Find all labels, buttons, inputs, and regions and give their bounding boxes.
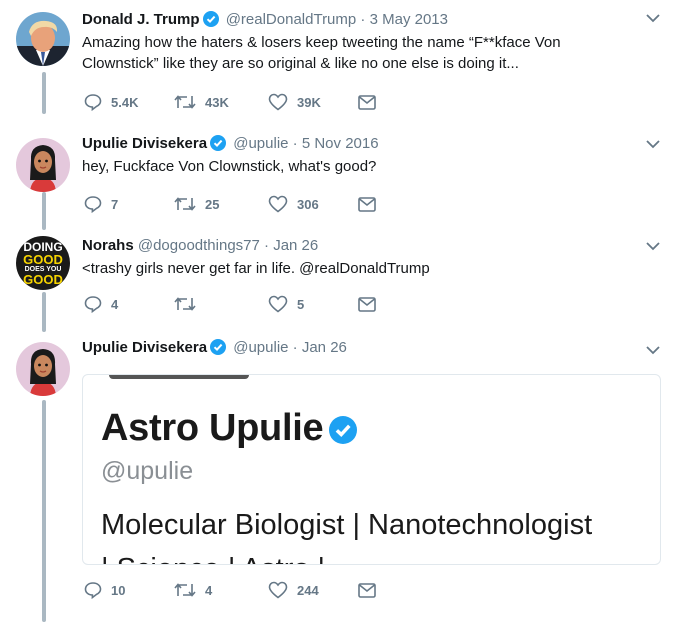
like-button[interactable]: 306 <box>268 195 319 213</box>
reply-icon <box>84 94 102 111</box>
retweet-icon <box>174 297 196 311</box>
like-count: 39K <box>297 94 321 110</box>
verified-badge-icon <box>329 416 358 444</box>
separator-dot: · <box>264 237 270 254</box>
chevron-down-icon[interactable] <box>646 346 660 355</box>
tweet-text: <trashy girls never get far in life. @re… <box>82 260 430 277</box>
profile-screenshot-name: Astro Upulie <box>101 407 358 450</box>
chevron-down-icon[interactable] <box>646 140 660 149</box>
envelope-icon <box>358 582 376 598</box>
chevron-down-icon[interactable] <box>646 242 660 251</box>
like-count: 306 <box>297 196 319 212</box>
reply-count: 7 <box>111 196 119 212</box>
reply-button[interactable]: 4 <box>84 295 118 313</box>
retweet-button[interactable]: 25 <box>174 196 219 212</box>
separator-dot: · <box>360 11 366 28</box>
retweet-icon <box>174 197 196 211</box>
retweet-count: 4 <box>205 582 213 598</box>
user-handle[interactable]: @dogoodthings77 <box>138 237 260 254</box>
tweet-header: Upulie Divisekera @upulie · Jan 26 <box>82 338 660 358</box>
verified-badge-icon <box>210 135 227 151</box>
profile-screenshot-handle: @upulie <box>101 457 194 485</box>
avatar[interactable] <box>16 138 70 192</box>
direct-message-button[interactable] <box>358 196 376 212</box>
display-name[interactable]: Norahs <box>82 237 134 254</box>
like-button[interactable]: 39K <box>268 93 321 111</box>
avatar[interactable] <box>16 12 70 66</box>
chevron-down-icon[interactable] <box>646 14 660 23</box>
reply-count: 5.4K <box>111 94 139 110</box>
retweet-button[interactable] <box>174 296 205 312</box>
tweet-date[interactable]: 5 Nov 2016 <box>302 135 379 152</box>
tweet[interactable]: DOING GOOD DOES YOU GOOD Norahs @dogoodt… <box>0 230 700 330</box>
envelope-icon <box>358 94 376 110</box>
heart-icon <box>268 195 288 213</box>
reply-count: 10 <box>111 582 126 598</box>
retweet-icon <box>174 95 196 109</box>
reply-count: 4 <box>111 296 119 312</box>
direct-message-button[interactable] <box>358 296 376 312</box>
doing-good-logo-avatar-icon: DOING GOOD DOES YOU GOOD <box>23 239 63 287</box>
avatar[interactable]: DOING GOOD DOES YOU GOOD <box>16 236 70 290</box>
cartoon-woman-avatar-icon <box>16 342 70 396</box>
heart-icon <box>268 581 288 599</box>
like-button[interactable]: 5 <box>268 295 304 313</box>
reply-button[interactable]: 5.4K <box>84 93 138 111</box>
like-button[interactable]: 244 <box>268 581 319 599</box>
user-handle[interactable]: @upulie <box>233 339 288 356</box>
like-count: 244 <box>297 582 319 598</box>
direct-message-button[interactable] <box>358 582 376 598</box>
retweet-count: 25 <box>205 196 220 212</box>
heart-icon <box>268 93 288 111</box>
tweet[interactable]: Upulie Divisekera @upulie · 5 Nov 2016 h… <box>0 120 700 230</box>
display-name[interactable]: Upulie Divisekera <box>82 135 207 152</box>
avatar[interactable] <box>16 342 70 396</box>
separator-dot: · <box>292 135 298 152</box>
tweet-header: Upulie Divisekera @upulie · 5 Nov 2016 <box>82 134 660 154</box>
profile-screenshot-bio: Molecular Biologist | Nanotechnologist <box>101 509 593 541</box>
tweet-header: Norahs @dogoodthings77 · Jan 26 <box>82 236 660 256</box>
like-count: 5 <box>297 296 305 312</box>
tweet-text: hey, Fuckface Von Clownstick, what's goo… <box>82 158 377 175</box>
retweet-count: 43K <box>205 94 229 110</box>
cartoon-woman-avatar-icon <box>16 138 70 192</box>
image-crop-edge <box>109 375 249 379</box>
reply-icon <box>84 196 102 213</box>
direct-message-button[interactable] <box>358 94 376 110</box>
retweet-button[interactable]: 43K <box>174 94 229 110</box>
profile-screenshot-bio-cutoff: | Science | Astro | ... <box>101 553 357 564</box>
separator-dot: · <box>292 339 298 356</box>
retweet-button[interactable]: 4 <box>174 582 212 598</box>
display-name[interactable]: Upulie Divisekera <box>82 339 207 356</box>
tweet-text: Amazing how the haters & losers keep twe… <box>82 34 561 72</box>
envelope-icon <box>358 196 376 212</box>
reply-button[interactable]: 10 <box>84 581 125 599</box>
embedded-image[interactable]: Astro Upulie @upulie Molecular Biologist… <box>82 374 661 565</box>
tweet-date[interactable]: Jan 26 <box>273 237 318 254</box>
display-name[interactable]: Donald J. Trump <box>82 11 200 28</box>
retweet-icon <box>174 583 196 597</box>
user-handle[interactable]: @upulie <box>233 135 288 152</box>
tweet[interactable]: Donald J. Trump @realDonaldTrump · 3 May… <box>0 0 700 120</box>
verified-badge-icon <box>210 339 227 355</box>
tweet-date[interactable]: 3 May 2013 <box>370 11 448 28</box>
heart-icon <box>268 295 288 313</box>
reply-button[interactable]: 7 <box>84 195 118 213</box>
user-handle[interactable]: @realDonaldTrump <box>226 11 357 28</box>
envelope-icon <box>358 296 376 312</box>
tweet-date[interactable]: Jan 26 <box>302 339 347 356</box>
verified-badge-icon <box>202 11 219 27</box>
reply-icon <box>84 296 102 313</box>
reply-icon <box>84 582 102 599</box>
tweet-header: Donald J. Trump @realDonaldTrump · 3 May… <box>82 10 660 30</box>
trump-avatar-icon <box>16 12 70 66</box>
